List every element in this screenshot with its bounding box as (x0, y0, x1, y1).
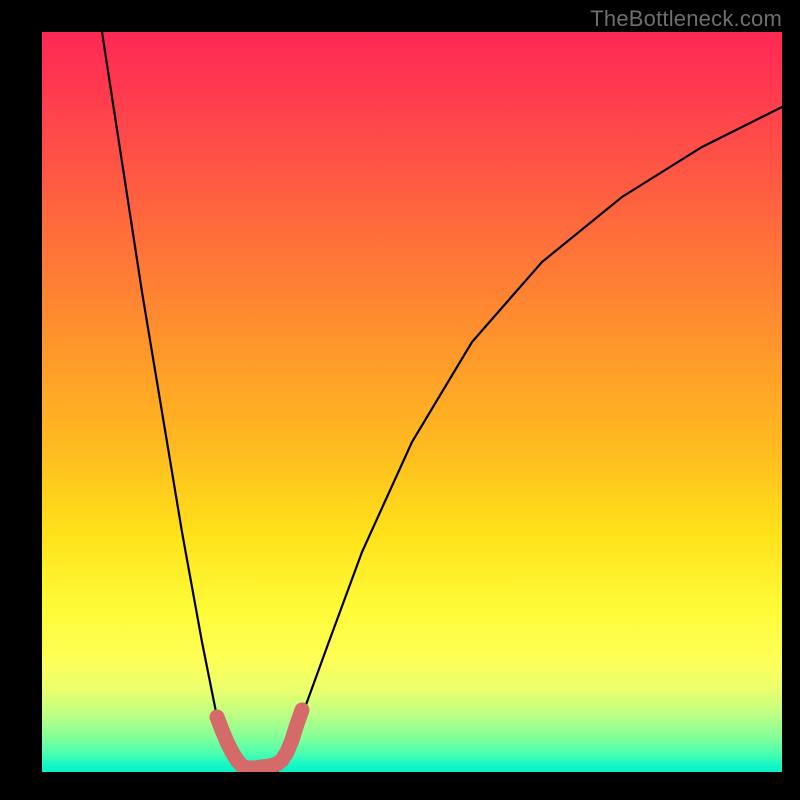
plot-area (42, 32, 782, 772)
curves-layer (42, 32, 782, 772)
right-curve (277, 107, 782, 772)
watermark-text: TheBottleneck.com (590, 6, 782, 32)
left-curve (102, 32, 242, 772)
trough-marker (217, 710, 302, 768)
chart-frame: TheBottleneck.com (0, 0, 800, 800)
